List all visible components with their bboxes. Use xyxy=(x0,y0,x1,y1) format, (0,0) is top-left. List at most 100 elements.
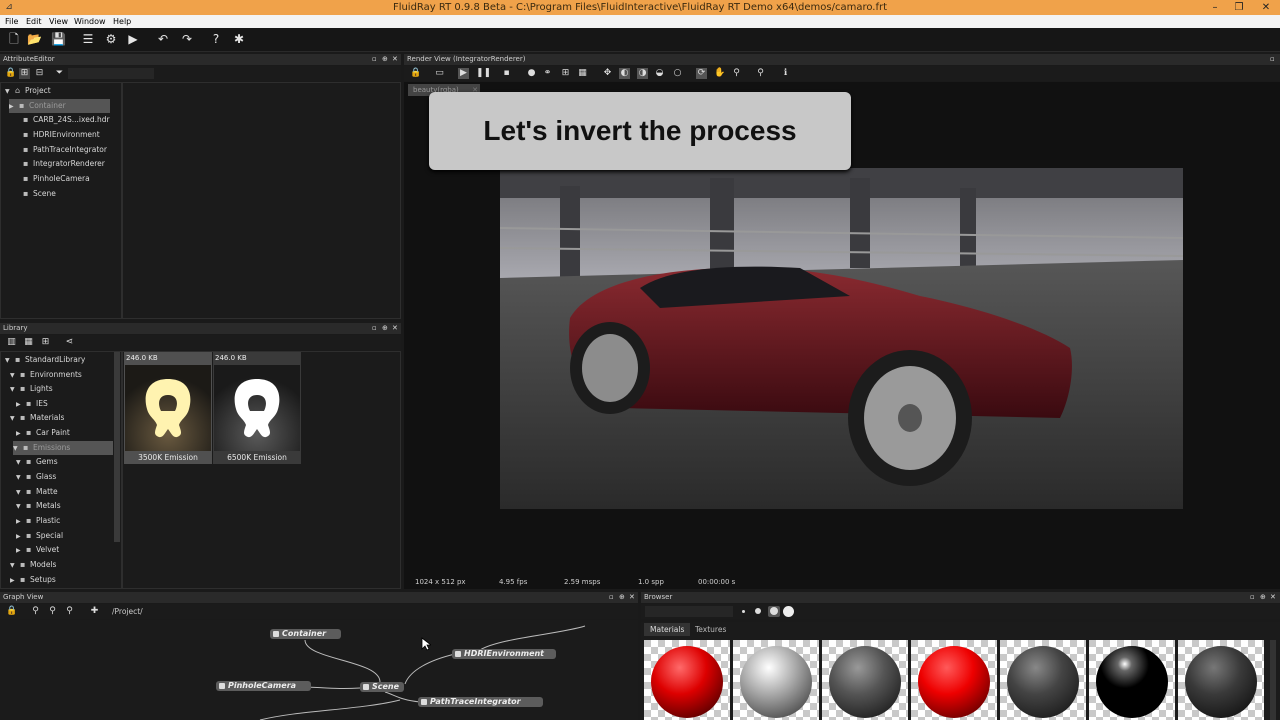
lib-item-special[interactable]: ▶ ▪ Special xyxy=(16,529,63,543)
lib-item-materials[interactable]: ▼ ▪ Materials xyxy=(10,411,64,425)
panel-pin-icon[interactable]: ⊕ xyxy=(382,54,388,65)
lib-item-glass[interactable]: ▼ ▪ Glass xyxy=(16,470,56,484)
zoom-fit-icon[interactable]: ⚲ xyxy=(64,606,75,617)
material-swatch[interactable] xyxy=(911,640,997,720)
tree-item-hdrienvironment[interactable]: ▪ HDRIEnvironment xyxy=(23,128,100,142)
library-thumb-3500k[interactable]: 246.0 KB 3500K Emission xyxy=(124,352,212,464)
lib-item-setups[interactable]: ▶ ▪ Setups xyxy=(10,573,56,587)
menu-window[interactable]: Window xyxy=(74,15,106,28)
material-swatch[interactable] xyxy=(1000,640,1086,720)
render-viewport[interactable]: beauty(rgba) ✕ Let's invert the process xyxy=(404,82,1280,589)
tree-view-icon[interactable]: ⊞ xyxy=(19,68,30,79)
undo-icon[interactable]: ↶ xyxy=(156,32,170,46)
close-icon[interactable]: ✕ xyxy=(1252,0,1280,15)
hierarchy-icon[interactable]: ⊟ xyxy=(34,68,45,79)
camera-icon[interactable]: ▭ xyxy=(434,68,445,79)
circle-icon[interactable]: ○ xyxy=(672,68,683,79)
zoom-out-icon[interactable]: ⚲ xyxy=(47,606,58,617)
zoom-icon[interactable]: ⚲ xyxy=(731,68,742,79)
lib-item-lights[interactable]: ▼ ▪ Lights xyxy=(10,382,53,396)
minimize-icon[interactable]: – xyxy=(1202,0,1228,15)
graph-node-scene[interactable]: Scene xyxy=(360,682,404,692)
lib-item-gems[interactable]: ▼ ▪ Gems xyxy=(16,455,58,469)
maximize-icon[interactable]: ❐ xyxy=(1226,0,1252,15)
panel-close-icon[interactable]: ✕ xyxy=(392,54,398,65)
tree-item-project[interactable]: ▼ ⌂ Project xyxy=(5,84,51,98)
panel-float-icon[interactable]: ▫ xyxy=(1270,54,1275,65)
panel-close-icon[interactable]: ✕ xyxy=(392,323,398,334)
lib-item-ies[interactable]: ▶ ▪ IES xyxy=(16,397,48,411)
sphere-icon[interactable]: ● xyxy=(526,68,537,79)
panel-close-icon[interactable]: ✕ xyxy=(1270,592,1276,603)
channel-icon[interactable]: ◐ xyxy=(619,68,630,79)
share-icon[interactable]: ⋖ xyxy=(64,337,75,348)
material-swatch[interactable] xyxy=(822,640,908,720)
material-swatch[interactable] xyxy=(733,640,819,720)
lib-item-environments[interactable]: ▼ ▪ Environments xyxy=(10,368,82,382)
panel-float-icon[interactable]: ▫ xyxy=(1250,592,1255,603)
new-file-icon[interactable]: 🗋 xyxy=(7,32,21,46)
save-icon[interactable]: 💾 xyxy=(51,32,66,46)
exposure-icon[interactable]: ◒ xyxy=(654,68,665,79)
tree-item-container[interactable]: ▶ ▪ Container xyxy=(9,99,110,113)
filter-icon[interactable]: ⏷ xyxy=(54,68,65,79)
link-icon[interactable]: ⚭ xyxy=(542,68,553,79)
hand-icon[interactable]: ✋ xyxy=(714,68,725,79)
help-icon[interactable]: ? xyxy=(209,32,223,46)
panel-float-icon[interactable]: ▫ xyxy=(609,592,614,603)
refresh-icon[interactable]: ⟳ xyxy=(696,68,707,79)
graph-node-pinholecamera[interactable]: PinholeCamera xyxy=(216,681,311,691)
redo-icon[interactable]: ↷ xyxy=(180,32,194,46)
list-icon[interactable]: ☰ xyxy=(81,32,95,46)
film-icon[interactable]: ▦ xyxy=(577,68,588,79)
panel-pin-icon[interactable]: ⊕ xyxy=(382,323,388,334)
size-small-icon[interactable] xyxy=(742,610,745,613)
lib-item-velvet[interactable]: ▶ ▪ Velvet xyxy=(16,543,59,557)
tree-item-integratorrenderer[interactable]: ▪ IntegratorRenderer xyxy=(23,157,105,171)
material-swatch[interactable] xyxy=(644,640,730,720)
grid-icon[interactable]: ⊞ xyxy=(560,68,571,79)
material-swatch[interactable] xyxy=(1178,640,1264,720)
settings-list-icon[interactable]: ⚙ xyxy=(104,32,118,46)
render-icon[interactable]: ▶ xyxy=(126,32,140,46)
graph-node-hdrienvironment[interactable]: HDRIEnvironment xyxy=(452,649,556,659)
pause-icon[interactable]: ❚❚ xyxy=(476,68,491,79)
attribute-search-input[interactable] xyxy=(68,68,154,79)
lib-item-standardlibrary[interactable]: ▼ ▪ StandardLibrary xyxy=(5,353,85,367)
panel-float-icon[interactable]: ▫ xyxy=(372,54,377,65)
panel-close-icon[interactable]: ✕ xyxy=(629,592,635,603)
browser-scrollbar[interactable] xyxy=(1270,640,1276,720)
lib-item-emissions[interactable]: ▼ ▪ Emissions xyxy=(13,441,113,455)
lib-item-metals[interactable]: ▼ ▪ Metals xyxy=(16,499,61,513)
lib-item-car-paint[interactable]: ▶ ▪ Car Paint xyxy=(16,426,70,440)
library-thumb-6500k[interactable]: 246.0 KB 6500K Emission xyxy=(213,352,301,464)
library-tree-icon[interactable]: ⊞ xyxy=(40,337,51,348)
play-icon[interactable]: ▶ xyxy=(458,68,469,79)
lock-icon[interactable]: 🔒 xyxy=(5,68,16,79)
size-xlarge-icon[interactable] xyxy=(783,606,794,617)
picker-icon[interactable]: ⚲ xyxy=(755,68,766,79)
tree-item-pathtraceintegrator[interactable]: ▪ PathTraceIntegrator xyxy=(23,143,107,157)
lib-item-plastic[interactable]: ▶ ▪ Plastic xyxy=(16,514,60,528)
library-books-icon[interactable]: ▥ xyxy=(6,337,17,348)
library-scrollbar[interactable] xyxy=(114,352,120,542)
material-swatch[interactable] xyxy=(1089,640,1175,720)
menu-file[interactable]: File xyxy=(5,15,18,28)
library-save-icon[interactable]: ▦ xyxy=(23,337,34,348)
size-large-selected-icon[interactable] xyxy=(768,606,780,617)
tree-item-hdr[interactable]: ▪ CARB_24S...ixed.hdr xyxy=(23,113,110,127)
tree-item-pinholecamera[interactable]: ▪ PinholeCamera xyxy=(23,172,90,186)
lib-item-models[interactable]: ▼ ▪ Models xyxy=(10,558,56,572)
panel-float-icon[interactable]: ▫ xyxy=(372,323,377,334)
lib-item-matte[interactable]: ▼ ▪ Matte xyxy=(16,485,58,499)
tab-materials[interactable]: Materials xyxy=(644,623,691,636)
tab-textures[interactable]: Textures xyxy=(695,623,726,636)
save-image-icon[interactable]: ▪ xyxy=(501,68,512,79)
open-folder-icon[interactable]: 📂 xyxy=(27,32,42,46)
menu-edit[interactable]: Edit xyxy=(26,15,42,28)
bug-icon[interactable]: ✱ xyxy=(232,32,246,46)
info-icon[interactable]: ℹ xyxy=(780,68,791,79)
graph-canvas[interactable]: Container HDRIEnvironment PinholeCamera … xyxy=(0,620,638,720)
tree-item-scene[interactable]: ▪ Scene xyxy=(23,187,56,201)
move-icon[interactable]: ✥ xyxy=(602,68,613,79)
